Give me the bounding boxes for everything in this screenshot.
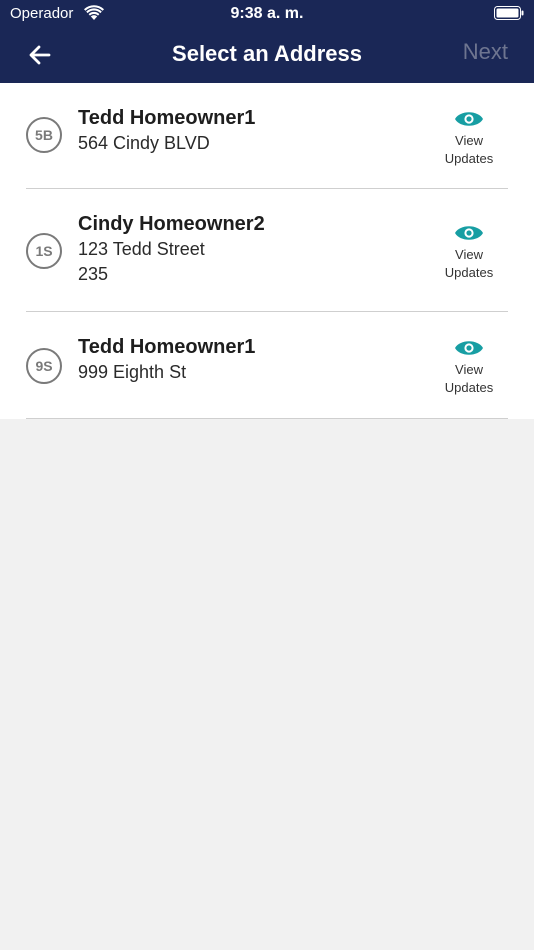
- address-badge: 9S: [26, 348, 62, 384]
- view-updates-label: Updates: [444, 265, 494, 280]
- homeowner-name: Tedd Homeowner1: [78, 336, 256, 358]
- eye-icon: [455, 226, 483, 240]
- address-badge: 5B: [26, 117, 62, 153]
- eye-icon: [455, 112, 483, 126]
- address-line: 564 Cindy BLVD: [78, 133, 210, 153]
- view-updates-button[interactable]: View Updates: [438, 223, 500, 282]
- address-line: 123 Tedd Street: [78, 239, 205, 259]
- back-button[interactable]: [22, 38, 58, 72]
- status-bar: Operador 9:38 a. m.: [0, 0, 534, 28]
- app-header: Operador 9:38 a. m. Select an Address Ne…: [0, 0, 534, 83]
- view-updates-label: View: [455, 133, 483, 148]
- address-row[interactable]: 5B Tedd Homeowner1 564 Cindy BLVD View U…: [0, 83, 534, 189]
- address-line-2: 235: [78, 264, 109, 284]
- next-button[interactable]: Next: [463, 39, 508, 65]
- page-title: Select an Address: [172, 41, 362, 66]
- view-updates-button[interactable]: View Updates: [438, 109, 500, 168]
- view-updates-label: View: [455, 247, 483, 262]
- arrow-left-icon: [29, 45, 51, 65]
- address-row[interactable]: 9S Tedd Homeowner1 999 Eighth St View Up…: [0, 312, 534, 419]
- address-row[interactable]: 1S Cindy Homeowner2 123 Tedd Street 235 …: [0, 189, 534, 312]
- homeowner-name: Cindy Homeowner2: [78, 213, 265, 235]
- homeowner-name: Tedd Homeowner1: [78, 107, 256, 129]
- address-line: 999 Eighth St: [78, 362, 187, 382]
- row-divider: [26, 418, 508, 419]
- view-updates-label: Updates: [444, 151, 494, 166]
- view-updates-label: Updates: [444, 380, 494, 395]
- nav-bar: Select an Address Next: [0, 28, 534, 83]
- view-updates-button[interactable]: View Updates: [438, 338, 500, 397]
- eye-icon: [455, 341, 483, 355]
- view-updates-label: View: [455, 362, 483, 377]
- address-list: 5B Tedd Homeowner1 564 Cindy BLVD View U…: [0, 83, 534, 419]
- battery-icon: [494, 6, 524, 20]
- status-time: 9:38 a. m.: [230, 5, 304, 22]
- address-badge: 1S: [26, 233, 62, 269]
